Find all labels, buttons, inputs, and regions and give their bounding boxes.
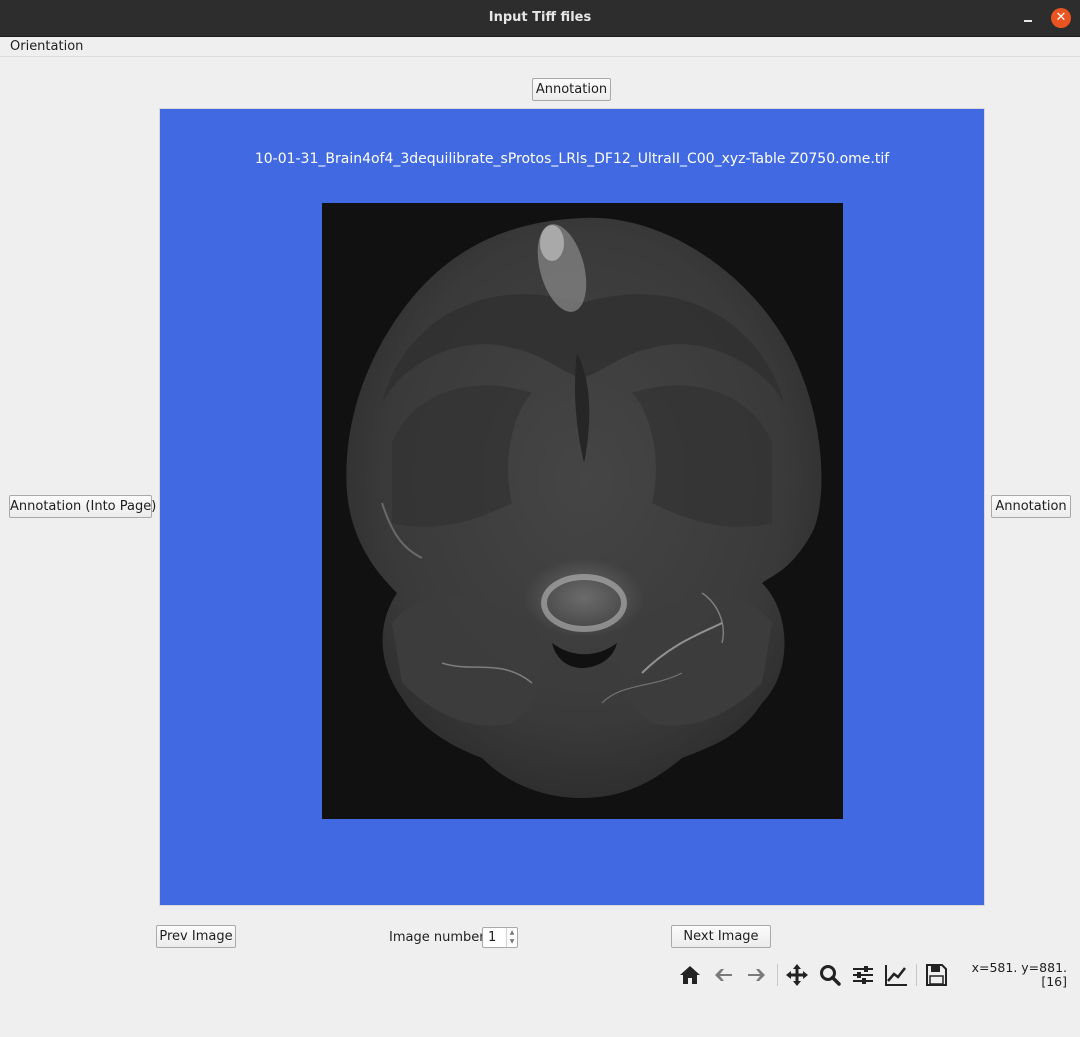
toolbar-separator [916,964,917,986]
image-number-value: 1 [488,930,497,945]
menubar: Orientation [0,37,1080,57]
window-title: Input Tiff files [488,10,592,25]
save-icon[interactable] [922,960,950,990]
image-number-label: Image number [389,930,485,945]
annotation-into-page-button[interactable]: Annotation (Into Page) [9,495,156,518]
zoom-icon[interactable] [816,960,844,990]
image-title: 10-01-31_Brain4of4_3dequilibrate_sProtos… [254,151,890,167]
prev-image-button[interactable]: Prev Image [156,925,236,948]
brain-image[interactable] [322,203,843,819]
image-canvas[interactable]: 10-01-31_Brain4of4_3dequilibrate_sProtos… [159,108,985,906]
next-image-button[interactable]: Next Image [671,925,771,948]
configure-subplots-icon[interactable] [849,960,877,990]
coords-line-1: x=581. y=881. [971,960,1067,975]
image-number-spinbox[interactable]: 1 ▲ ▼ [482,927,518,948]
annotation-right-button[interactable]: Annotation [991,495,1071,518]
cursor-coordinates: x=581. y=881. [16] [972,961,1067,989]
brain-slice-graphic [346,217,822,798]
spin-arrows-icon[interactable]: ▲ ▼ [506,928,517,947]
minimize-icon[interactable] [1018,9,1038,29]
menu-orientation[interactable]: Orientation [10,39,83,54]
edit-curves-icon[interactable] [882,960,910,990]
coords-line-2: [16] [1041,974,1067,989]
toolbar-separator [777,964,778,986]
annotation-top-button[interactable]: Annotation [532,78,611,101]
forward-arrow-icon[interactable] [742,960,770,990]
back-arrow-icon[interactable] [710,960,738,990]
window-titlebar: Input Tiff files ✕ [0,0,1080,37]
pan-icon[interactable] [783,960,811,990]
close-icon[interactable]: ✕ [1051,8,1071,28]
home-icon[interactable] [676,960,704,990]
